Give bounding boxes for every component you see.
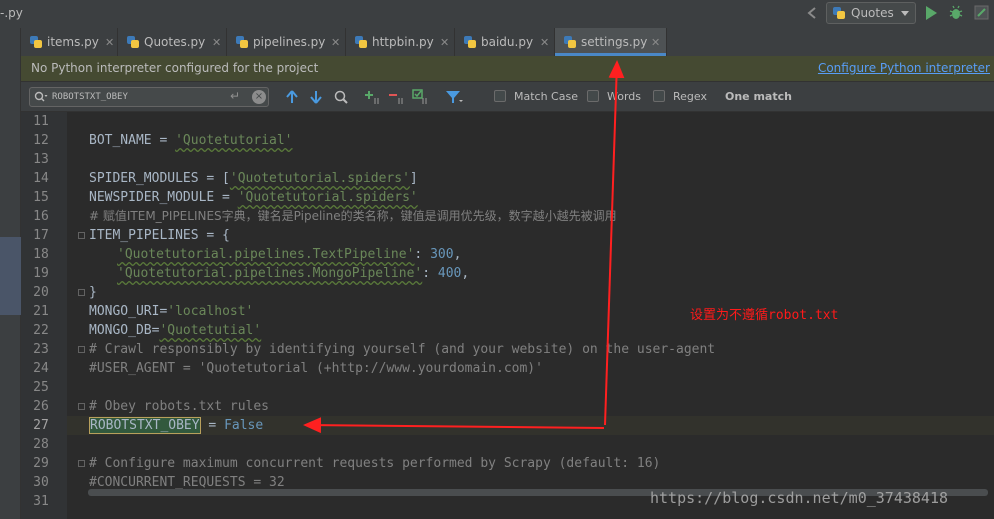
arrow-to-tab bbox=[604, 60, 625, 426]
annotation-arrows bbox=[303, 60, 625, 434]
arrow-to-line bbox=[303, 417, 605, 434]
annotation-note: 设置为不遵循robot.txt bbox=[690, 308, 839, 323]
watermark: https://blog.csdn.net/m0_37438418 bbox=[650, 489, 949, 507]
